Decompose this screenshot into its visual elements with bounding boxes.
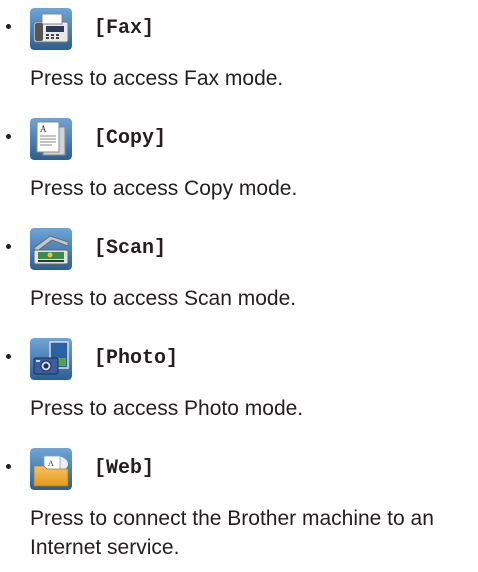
fax-description: Press to access Fax mode. <box>30 67 284 90</box>
web-icon[interactable]: A <box>30 448 72 490</box>
scan-label: [Scan] <box>94 237 167 260</box>
copy-icon[interactable]: A <box>30 118 72 160</box>
bullet <box>6 24 11 29</box>
photo-description: Press to access Photo mode. <box>30 397 304 420</box>
copy-label: [Copy] <box>94 127 167 150</box>
photo-icon[interactable] <box>30 338 72 380</box>
web-description: Press to connect the Brother machine to … <box>30 507 434 559</box>
bullet <box>6 244 11 249</box>
bullet <box>6 354 11 359</box>
copy-description: Press to access Copy mode. <box>30 177 298 200</box>
fax-label: [Fax] <box>94 17 155 40</box>
bullet <box>6 464 11 469</box>
svg-text:A: A <box>40 124 47 134</box>
svg-text:A: A <box>48 459 54 468</box>
fax-icon[interactable] <box>30 8 72 50</box>
bullet <box>6 134 11 139</box>
photo-label: [Photo] <box>94 347 179 370</box>
scan-description: Press to access Scan mode. <box>30 287 297 310</box>
web-label: [Web] <box>94 457 155 480</box>
scan-icon[interactable] <box>30 228 72 270</box>
